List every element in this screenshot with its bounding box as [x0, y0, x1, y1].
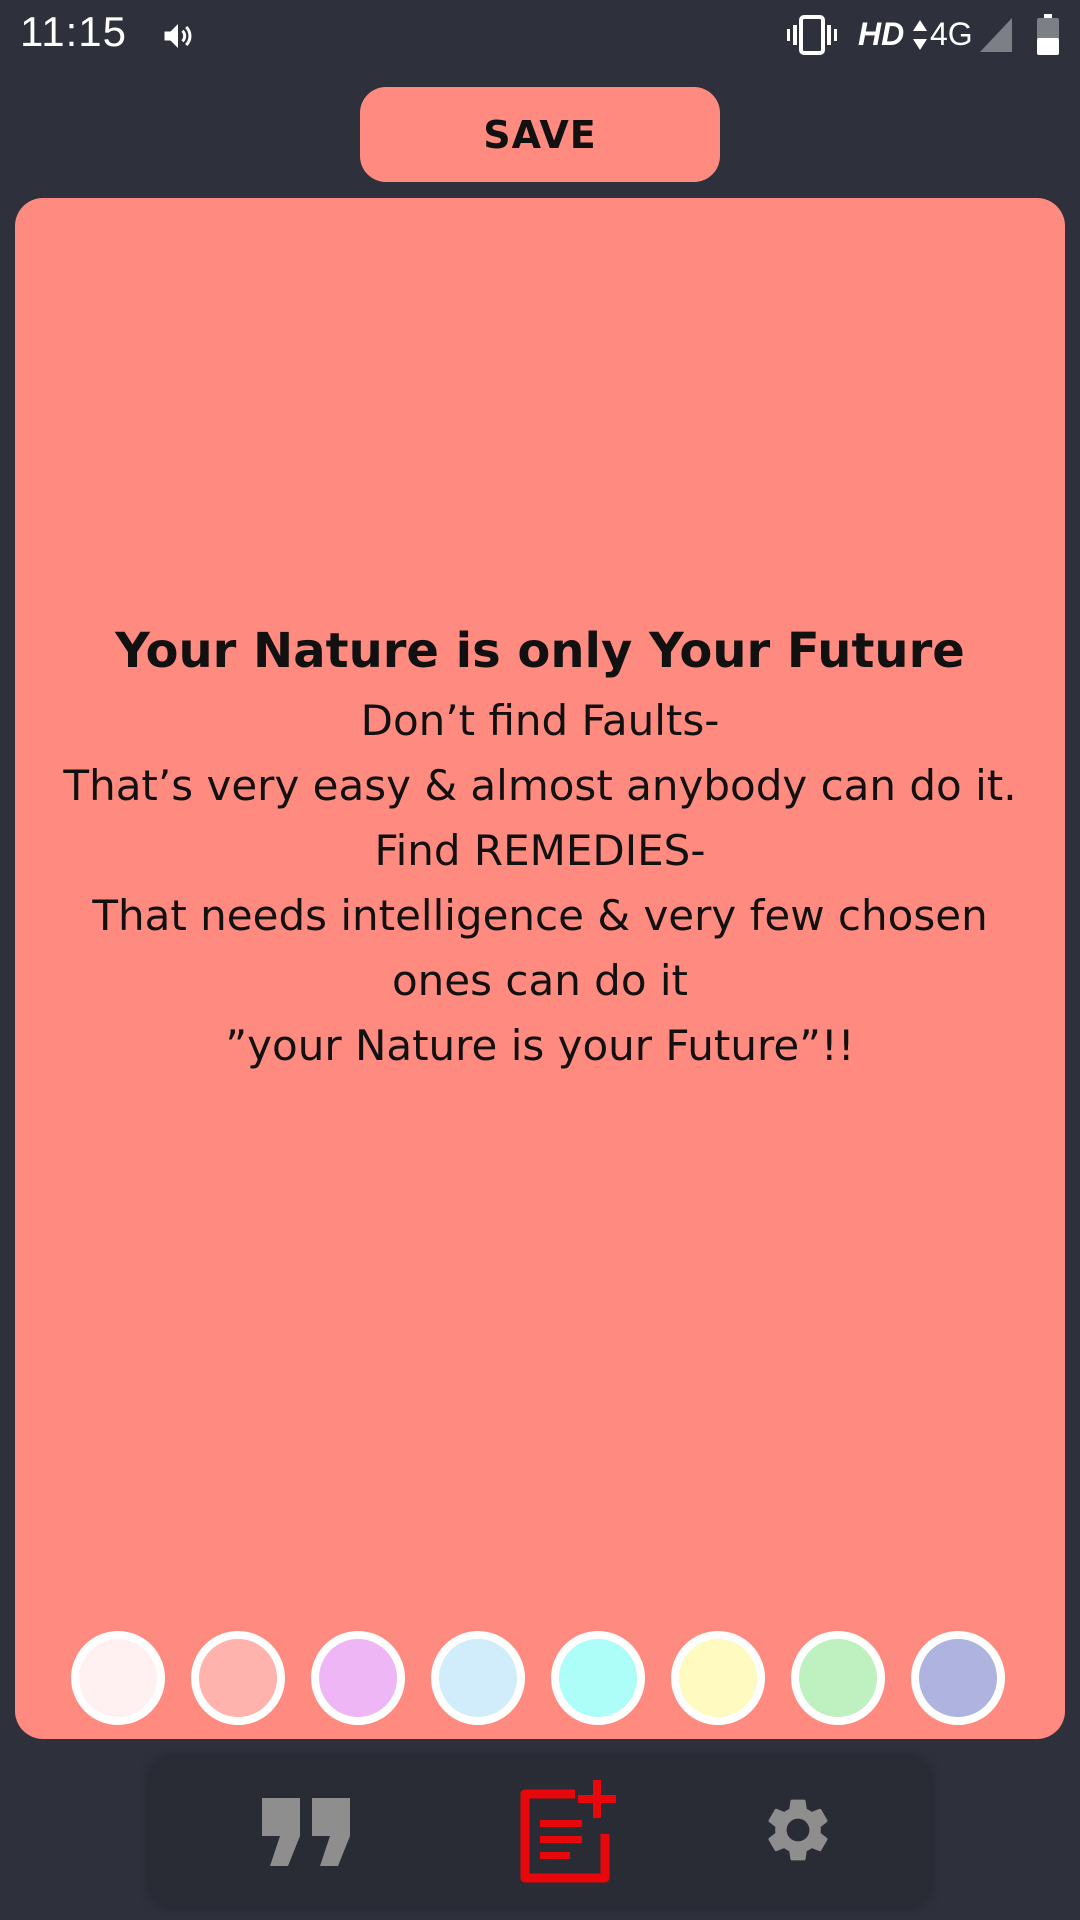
quote-line: ones can do it — [391, 956, 689, 1005]
nav-add-note-button[interactable] — [515, 1776, 627, 1892]
bottom-nav — [150, 1758, 930, 1906]
nav-quotes-button[interactable] — [260, 1796, 354, 1872]
quote-icon — [262, 1798, 350, 1866]
gear-icon — [768, 1799, 828, 1861]
color-swatch[interactable] — [311, 1631, 405, 1725]
signal-icon — [978, 16, 1014, 58]
vibrate-icon — [786, 14, 838, 60]
color-swatch[interactable] — [791, 1631, 885, 1725]
color-swatch[interactable] — [911, 1631, 1005, 1725]
status-bar: 11:15 HD 4G — [0, 0, 1080, 72]
data-arrows-icon — [912, 18, 928, 56]
color-swatch[interactable] — [71, 1631, 165, 1725]
color-swatch[interactable] — [431, 1631, 525, 1725]
battery-icon — [1036, 14, 1060, 60]
signal-label: 4G — [930, 16, 973, 52]
quote-line: Find REMEDIES- — [374, 826, 706, 875]
quote-line: That’s very easy & almost anybody can do… — [63, 761, 1017, 810]
network-label: HD — [858, 16, 905, 52]
color-swatch[interactable] — [191, 1631, 285, 1725]
status-time: 11:15 — [20, 8, 127, 55]
quote-line: ”your Nature is your Future”!! — [225, 1021, 855, 1070]
color-swatch[interactable] — [551, 1631, 645, 1725]
quote-line: Don’t find Faults- — [360, 696, 720, 745]
quote-title: Your Nature is only Your Future — [115, 623, 965, 679]
volume-icon — [160, 18, 196, 58]
color-swatch[interactable] — [671, 1631, 765, 1725]
quote-body: Don’t find Faults- That’s very easy & al… — [25, 688, 1055, 1078]
color-picker — [71, 1631, 1035, 1725]
quote-card: Your Nature is only Your Future Don’t fi… — [15, 198, 1065, 1739]
save-button[interactable]: SAVE — [360, 87, 720, 182]
add-note-icon — [520, 1780, 616, 1883]
quote-line: That needs intelligence & very few chose… — [92, 891, 988, 940]
nav-settings-button[interactable] — [760, 1792, 836, 1872]
